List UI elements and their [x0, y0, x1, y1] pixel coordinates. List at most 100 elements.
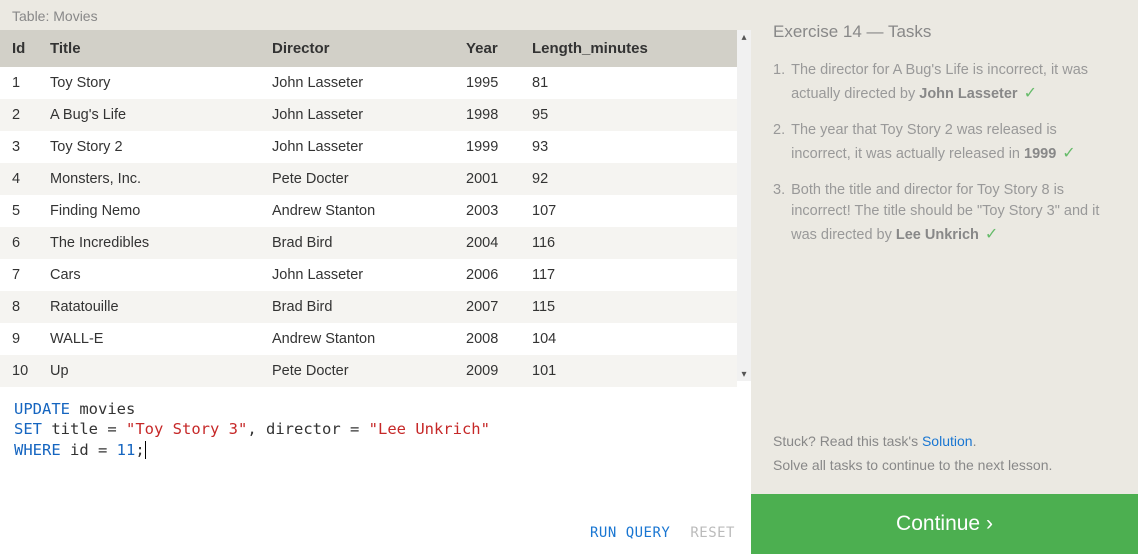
table-row: 3Toy Story 2John Lasseter199993 [0, 131, 737, 163]
table-wrap: Id Title Director Year Length_minutes 1T… [0, 30, 751, 387]
right-panel: Exercise 14 — Tasks The director for A B… [751, 0, 1138, 554]
col-year: Year [454, 30, 520, 67]
table-row: 6The IncrediblesBrad Bird2004116 [0, 227, 737, 259]
tok-director-val: "Lee Unkrich" [369, 420, 490, 438]
cell-id: 9 [0, 323, 38, 355]
cell-year: 2001 [454, 163, 520, 195]
solution-link[interactable]: Solution [922, 433, 973, 449]
cell-year: 1995 [454, 67, 520, 99]
kw-update: UPDATE [14, 400, 70, 418]
table-scrollbar[interactable]: ▴ ▾ [737, 30, 751, 381]
tasks-list: The director for A Bug's Life is incorre… [773, 60, 1116, 261]
tok-movies: movies [70, 400, 135, 418]
task-item: Both the title and director for Toy Stor… [773, 180, 1116, 248]
cell-year: 1999 [454, 131, 520, 163]
cell-len: 81 [520, 67, 737, 99]
table-row: 1Toy StoryJohn Lasseter199581 [0, 67, 737, 99]
reset-button[interactable]: RESET [690, 524, 735, 542]
cell-title: A Bug's Life [38, 99, 260, 131]
cell-year: 2007 [454, 291, 520, 323]
cell-title: Toy Story 2 [38, 131, 260, 163]
task-text: Both the title and director for Toy Stor… [791, 180, 1116, 248]
table-row: 9WALL-EAndrew Stanton2008104 [0, 323, 737, 355]
cell-len: 116 [520, 227, 737, 259]
scroll-up-icon[interactable]: ▴ [737, 30, 751, 44]
task-item: The director for A Bug's Life is incorre… [773, 60, 1116, 106]
table-row: 8RatatouilleBrad Bird2007115 [0, 291, 737, 323]
col-id: Id [0, 30, 38, 67]
table-header: Id Title Director Year Length_minutes [0, 30, 737, 67]
cell-id: 2 [0, 99, 38, 131]
tok-title-val: "Toy Story 3" [126, 420, 247, 438]
cell-len: 95 [520, 99, 737, 131]
cell-title: WALL-E [38, 323, 260, 355]
cell-year: 2008 [454, 323, 520, 355]
cell-len: 104 [520, 323, 737, 355]
table-label: Table: Movies [0, 0, 751, 30]
cell-len: 117 [520, 259, 737, 291]
cell-director: Andrew Stanton [260, 195, 454, 227]
run-query-button[interactable]: RUN QUERY [590, 524, 670, 542]
tok-id-eq: id = [61, 441, 117, 459]
cell-title: Toy Story [38, 67, 260, 99]
cell-director: Andrew Stanton [260, 323, 454, 355]
movies-table: Id Title Director Year Length_minutes 1T… [0, 30, 737, 387]
kw-set: SET [14, 420, 42, 438]
cell-year: 2009 [454, 355, 520, 387]
cell-title: Finding Nemo [38, 195, 260, 227]
stuck-post: . [973, 433, 977, 449]
sql-editor[interactable]: UPDATE movies SET title = "Toy Story 3",… [0, 387, 751, 554]
cell-len: 101 [520, 355, 737, 387]
cell-len: 93 [520, 131, 737, 163]
cell-id: 3 [0, 131, 38, 163]
cell-director: John Lasseter [260, 259, 454, 291]
task-text: The director for A Bug's Life is incorre… [791, 60, 1116, 106]
cell-id: 7 [0, 259, 38, 291]
continue-button[interactable]: Continue › [751, 494, 1138, 554]
tok-comma-dir: , director = [247, 420, 368, 438]
cell-title: Cars [38, 259, 260, 291]
left-panel: Table: Movies Id Title Director Year Len… [0, 0, 751, 554]
table-row: 4Monsters, Inc.Pete Docter200192 [0, 163, 737, 195]
cell-year: 2004 [454, 227, 520, 259]
cell-len: 92 [520, 163, 737, 195]
scroll-down-icon[interactable]: ▾ [737, 367, 751, 381]
cell-id: 1 [0, 67, 38, 99]
cell-len: 115 [520, 291, 737, 323]
tok-title-eq: title = [42, 420, 126, 438]
stuck-block: Stuck? Read this task's Solution. Solve … [773, 430, 1116, 494]
cursor [145, 441, 146, 459]
tok-id-val: 11 [117, 441, 136, 459]
col-director: Director [260, 30, 454, 67]
col-title: Title [38, 30, 260, 67]
cell-len: 107 [520, 195, 737, 227]
cell-director: John Lasseter [260, 131, 454, 163]
editor-buttons: RUN QUERY RESET [590, 524, 735, 542]
table-row: 5Finding NemoAndrew Stanton2003107 [0, 195, 737, 227]
table-row: 10UpPete Docter2009101 [0, 355, 737, 387]
cell-title: Ratatouille [38, 291, 260, 323]
col-length: Length_minutes [520, 30, 737, 67]
check-icon: ✓ [1062, 145, 1075, 162]
cell-id: 6 [0, 227, 38, 259]
cell-title: Up [38, 355, 260, 387]
cell-year: 1998 [454, 99, 520, 131]
cell-director: John Lasseter [260, 99, 454, 131]
exercise-title: Exercise 14 — Tasks [773, 0, 1116, 60]
cell-director: Pete Docter [260, 355, 454, 387]
table-row: 2A Bug's LifeJohn Lasseter199895 [0, 99, 737, 131]
cell-id: 4 [0, 163, 38, 195]
cell-director: Brad Bird [260, 291, 454, 323]
cell-title: The Incredibles [38, 227, 260, 259]
check-icon: ✓ [1024, 85, 1037, 102]
cell-id: 5 [0, 195, 38, 227]
cell-id: 8 [0, 291, 38, 323]
cell-director: Pete Docter [260, 163, 454, 195]
cell-year: 2006 [454, 259, 520, 291]
task-text: The year that Toy Story 2 was released i… [791, 120, 1116, 166]
task-item: The year that Toy Story 2 was released i… [773, 120, 1116, 166]
cell-year: 2003 [454, 195, 520, 227]
solve-all-text: Solve all tasks to continue to the next … [773, 454, 1116, 478]
tok-semi: ; [135, 441, 144, 459]
cell-director: Brad Bird [260, 227, 454, 259]
